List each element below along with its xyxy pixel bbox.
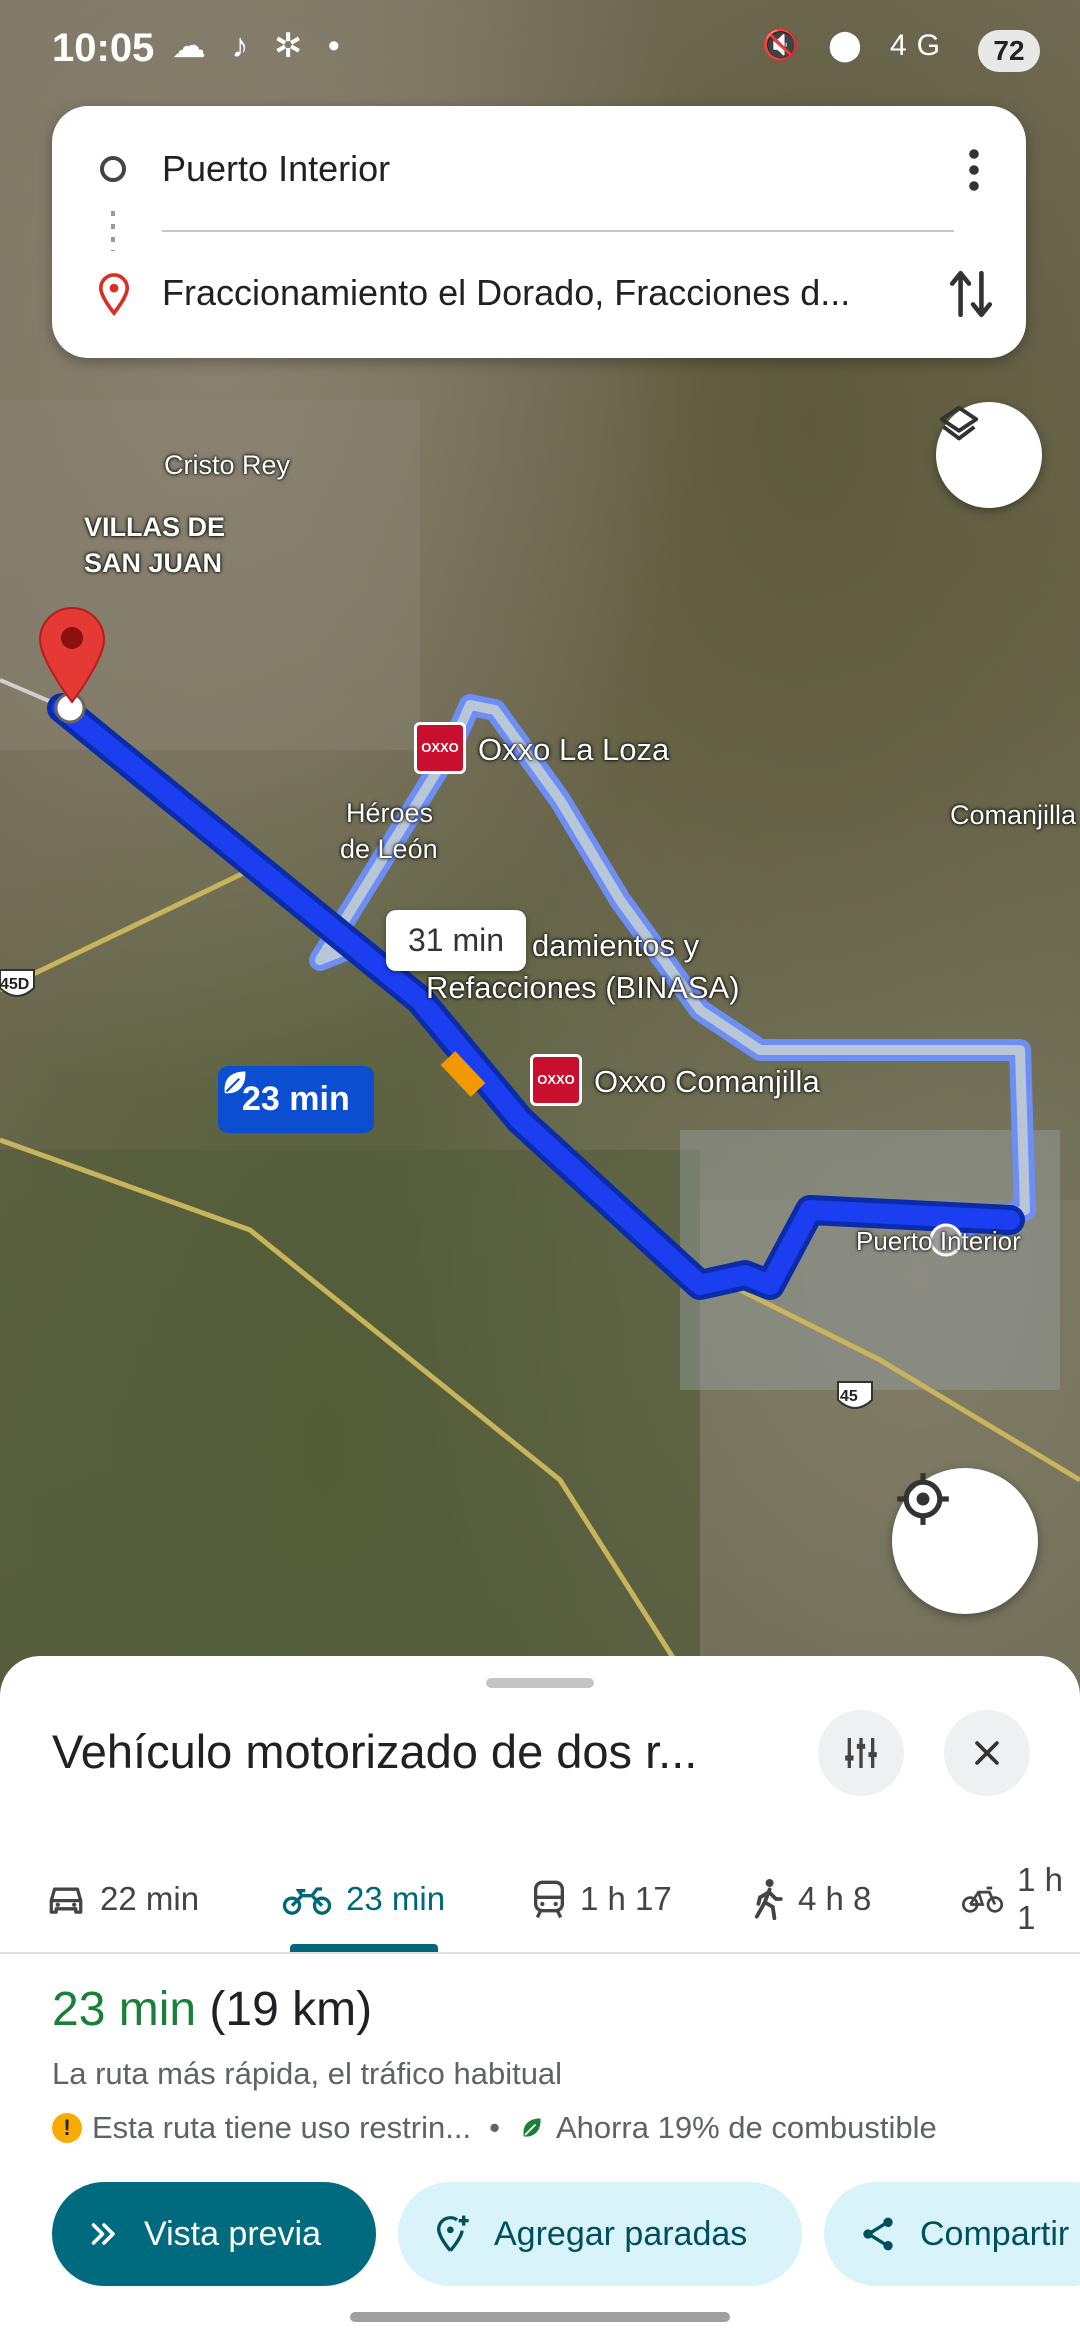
map-label-villas-line2: SAN JUAN [84, 548, 223, 578]
battery-indicator: 72 [978, 30, 1040, 72]
route-summary: 23 min (19 km) [52, 1982, 372, 2037]
preview-button[interactable]: Vista previa [52, 2182, 376, 2286]
swap-icon[interactable] [946, 266, 996, 322]
main-route-eta-callout[interactable]: 23 min [218, 1066, 374, 1133]
origin-circle-icon [100, 156, 126, 182]
tab-driving[interactable]: 22 min [46, 1846, 199, 1952]
map-label-heroes-line1: Héroes [346, 798, 434, 828]
map-label-puerto-interior: Puerto Interior [856, 1226, 1021, 1256]
system-status-icons: 🔇 ⬤ 4G [762, 29, 950, 62]
share-icon [863, 2217, 893, 2251]
poi-oxxo-comanjilla[interactable]: Oxxo Comanjilla [594, 1064, 820, 1100]
route-dots-icon [111, 211, 115, 251]
status-time: 10:05 [52, 26, 155, 70]
walk-icon [754, 1879, 783, 1920]
tab-cycling[interactable]: 1 h 1 [962, 1846, 1080, 1952]
highway-shield-45: 45 [840, 1388, 858, 1405]
warning-icon: ! [52, 2113, 82, 2143]
notification-icons: ☁ ♪ ✲ • [172, 27, 348, 65]
tab-motorcycle[interactable]: 23 min [282, 1846, 445, 1952]
highway-shield-45d: 45D [0, 976, 30, 993]
fuel-savings: Ahorra 19% de combustible [555, 2110, 937, 2145]
bike-icon [962, 1886, 1004, 1913]
oxxo-la-loza-icon[interactable]: OXXO [414, 722, 466, 774]
route-notices: ! Esta ruta tiene uso restrin... • Ahorr… [52, 2110, 937, 2146]
poi-binasa-line2[interactable]: Refacciones (BINASA) [426, 970, 740, 1006]
map-label-cristo-rey: Cristo Rey [164, 450, 291, 480]
tune-icon [845, 1738, 877, 1768]
notice-separator: • [489, 2110, 500, 2145]
travel-mode-title: Vehículo motorizado de dos r... [52, 1725, 698, 1778]
add-stops-button[interactable]: Agregar paradas [398, 2182, 802, 2286]
destination-pin-icon [98, 273, 130, 316]
car-icon [49, 1887, 83, 1914]
map-label-comanjilla: Comanjilla [950, 800, 1077, 830]
close-button[interactable] [944, 1710, 1030, 1796]
input-divider [162, 230, 954, 232]
route-duration: 23 min [52, 1983, 197, 2036]
transit-icon [534, 1880, 564, 1919]
share-button[interactable]: Compartir [824, 2182, 1080, 2286]
double-chevron-icon [91, 2223, 115, 2245]
travel-mode-tabs: 22 min 23 min 1 h 17 4 h 8 1 h 1 [0, 1846, 1080, 1954]
alt-route-eta-callout[interactable]: 31 min [386, 910, 527, 971]
route-distance: (19 km) [209, 1983, 373, 2036]
directions-bottom-sheet: Vehículo motorizado de dos r... 22 min 2… [0, 1656, 1080, 2340]
route-options-button[interactable] [818, 1710, 904, 1796]
poi-binasa-line1[interactable]: damientos y [532, 928, 699, 964]
gesture-nav-bar[interactable] [350, 2312, 730, 2322]
origin-input[interactable]: Puerto Interior [162, 148, 390, 190]
sheet-drag-handle[interactable] [486, 1678, 594, 1688]
destination-input[interactable]: Fraccionamiento el Dorado, Fracciones d.… [162, 272, 952, 314]
oxxo-comanjilla-icon[interactable]: OXXO [530, 1054, 582, 1106]
map-label-villas-line1: VILLAS DE [84, 512, 226, 542]
map-label-heroes-line2: de León [340, 834, 438, 864]
layers-button[interactable] [936, 402, 1042, 508]
active-tab-indicator [290, 1944, 438, 1952]
more-options-icon[interactable] [962, 146, 986, 194]
status-bar: 10:05 ☁ ♪ ✲ • 🔇 ⬤ 4G 72 [0, 0, 1080, 100]
add-location-icon [436, 2215, 469, 2252]
eco-leaf-icon [521, 2116, 543, 2139]
eco-leaf-icon [222, 1069, 248, 1096]
tab-transit[interactable]: 1 h 17 [532, 1846, 672, 1952]
restriction-warning[interactable]: Esta ruta tiene uso restrin... [92, 2110, 471, 2146]
layers-icon [939, 405, 979, 441]
close-icon [975, 1741, 999, 1765]
my-location-button[interactable] [892, 1468, 1038, 1614]
route-description: La ruta más rápida, el tráfico habitual [52, 2056, 563, 2091]
tab-walking[interactable]: 4 h 8 [752, 1846, 871, 1952]
route-input-card: Puerto Interior Fraccionamiento el Dorad… [52, 106, 1026, 358]
motorcycle-icon [282, 1887, 332, 1915]
poi-oxxo-la-loza[interactable]: Oxxo La Loza [478, 732, 669, 768]
crosshair-icon [897, 1473, 949, 1525]
